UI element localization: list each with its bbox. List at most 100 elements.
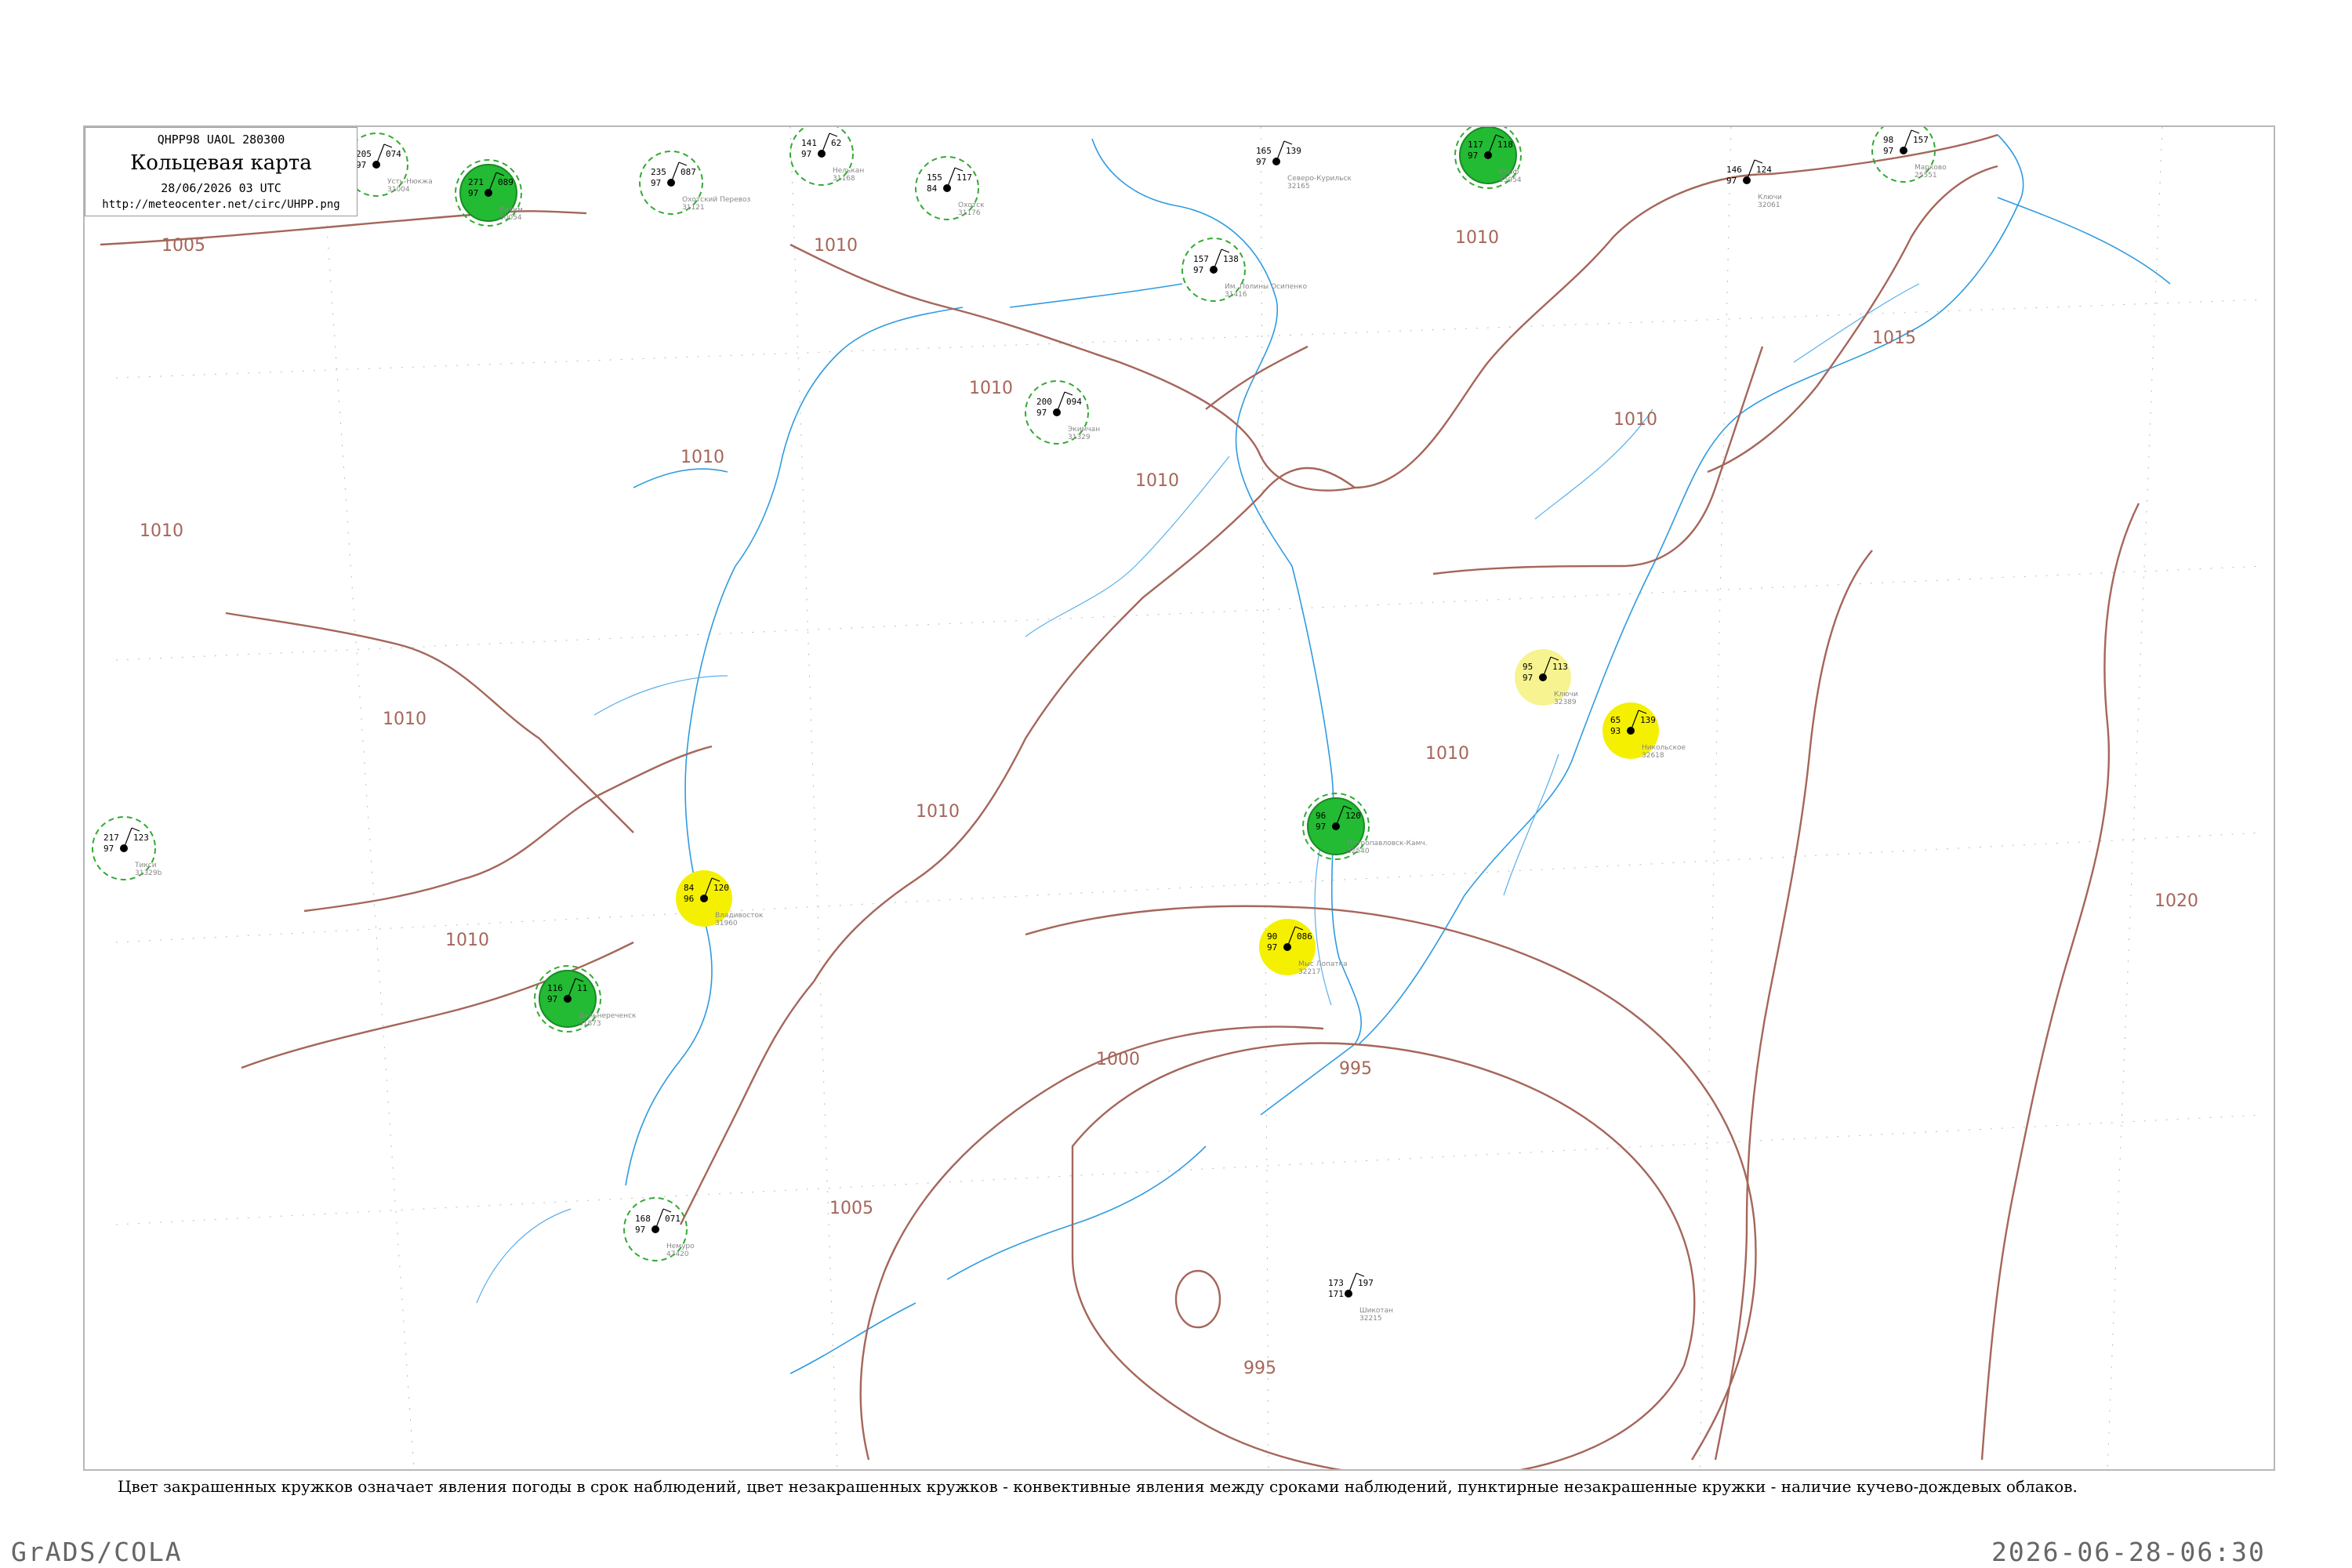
isobar-label: 1010 [916, 802, 960, 822]
station-plot[interactable]: 173171 197 Шикотан32215 [1328, 1272, 1393, 1323]
station-temperature: 171 [1328, 1289, 1344, 1299]
station-pressure: 155 [927, 172, 942, 183]
station-plot[interactable]: 20097 094 Экимчан31329 [1025, 380, 1100, 445]
station-plot[interactable]: 15797 138 Им. Полины Осипенко31416 [1181, 238, 1308, 302]
station-plot[interactable]: 6593 139 Никольское32618 [1602, 702, 1686, 760]
station-temperature: 97 [1193, 265, 1203, 275]
station-name: Усть-Нюкжа [387, 178, 433, 186]
wind-barb-feather [383, 143, 393, 148]
station-plot[interactable]: 14197 62 Нелькан31168 [789, 127, 864, 186]
station-tendency: 139 [1640, 715, 1656, 725]
station-plot[interactable]: 11797 118 Корф25954 [1454, 127, 1522, 189]
station-id: 32061 [1758, 201, 1780, 209]
wind-barb-icon [1348, 1272, 1357, 1294]
station-temperature: 97 [1883, 146, 1893, 156]
wind-barb-icon [376, 143, 385, 165]
station-plot[interactable]: 15584 117 Охотск31176 [915, 156, 985, 220]
chart-title: Кольцевая карта [130, 151, 312, 175]
station-pressure: 95 [1523, 662, 1533, 672]
station-pressure: 96 [1316, 811, 1326, 821]
station-name: Северо-Курильск [1287, 175, 1352, 183]
isobar-label: 1005 [162, 236, 205, 256]
station-tendency: 123 [133, 833, 149, 843]
station-id: 32389 [1554, 699, 1577, 706]
station-plot[interactable]: 27197 089 Витим30054 [455, 159, 523, 227]
rivers [476, 283, 1920, 1304]
chart-date: 28/06/2026 03 UTC [161, 181, 281, 195]
station-temperature: 97 [103, 844, 114, 854]
station-tendency: 124 [1756, 165, 1772, 175]
station-temperature: 97 [1316, 822, 1326, 832]
station-plot[interactable]: 16597 139 Северо-Курильск32165 [1256, 140, 1352, 191]
station-temperature: 96 [684, 894, 694, 904]
isobar-label: 1010 [1425, 744, 1469, 764]
wind-barb-feather [1911, 129, 1920, 134]
station-id: 32165 [1287, 183, 1310, 191]
station-temperature: 97 [801, 149, 811, 159]
station-plot[interactable]: 23597 087 Охотский Перевоз31121 [639, 151, 750, 215]
station-plot[interactable]: 16897 071 Немуро47420 [623, 1197, 695, 1261]
wind-barb-icon [123, 827, 132, 849]
wind-barb-feather [1754, 159, 1763, 164]
wind-barb-feather [1064, 391, 1073, 396]
station-name: Мыс Лопатка [1298, 960, 1348, 968]
station-temperature: 84 [927, 183, 938, 194]
station-pressure: 141 [801, 138, 817, 148]
station-temperature: 97 [1523, 673, 1533, 683]
station-name: Корф [1499, 169, 1519, 176]
station-id: 32540 [1347, 848, 1370, 855]
station-plot[interactable]: 9897 157 Марково25551 [1871, 127, 1947, 183]
station-tendency: 094 [1066, 397, 1082, 407]
station-name: Немуро [666, 1243, 695, 1250]
station-tendency: 11 [577, 983, 587, 993]
station-temperature: 97 [651, 178, 661, 188]
station-id: 31960 [715, 920, 738, 927]
wind-barb-feather [678, 162, 688, 166]
wind-barb-feather [1283, 140, 1293, 145]
map-canvas: 1005 1010 1010 1010 1010 1010 1010 1010 … [92, 127, 2265, 1469]
station-plot[interactable]: 9597 113 Ключи32389 [1515, 649, 1578, 706]
station-pressure: 168 [635, 1214, 651, 1224]
station-id: 25551 [1915, 172, 1937, 180]
station-pressure: 98 [1883, 135, 1893, 145]
station-tendency: 086 [1297, 931, 1312, 942]
station-plot[interactable]: 14697 124 Ключи32061 [1726, 159, 1782, 209]
footer-timestamp: 2026-06-28-06:30 [1991, 1537, 2266, 1567]
isobar-label: 1010 [681, 448, 724, 467]
station-pressure: 117 [1468, 140, 1483, 150]
station-tendency: 157 [1913, 135, 1929, 145]
wind-barb-icon [1056, 391, 1065, 413]
station-name: Владивосток [715, 912, 764, 920]
station-temperature: 97 [1468, 151, 1478, 161]
station-id: 31176 [958, 209, 981, 217]
station-plot[interactable]: 20597074Усть-Нюкжа31004 [344, 132, 433, 197]
isobars [100, 133, 2140, 1469]
bulletin-code: QHPP98 UAOL 280300 [157, 132, 285, 147]
station-temperature: 97 [635, 1225, 645, 1235]
station-temperature: 97 [1726, 176, 1737, 186]
station-plot[interactable]: 8496 120 Владивосток31960 [676, 870, 764, 927]
station-temperature: 97 [1267, 942, 1277, 953]
station-id: 47420 [666, 1250, 689, 1258]
station-id: 32215 [1359, 1315, 1382, 1323]
station-id: 25954 [1499, 176, 1522, 184]
station-pressure: 84 [684, 883, 695, 893]
station-id: 31329 [1068, 434, 1091, 441]
wind-barb-icon [1276, 140, 1285, 162]
station-tendency: 071 [665, 1214, 681, 1224]
station-name: Им. Полины Осипенко [1225, 283, 1308, 291]
isobar-label: 1010 [383, 710, 426, 729]
station-temperature: 97 [468, 188, 478, 198]
station-temperature: 97 [1036, 408, 1047, 418]
chart-url[interactable]: http://meteocenter.net/circ/UHPP.png [85, 198, 357, 211]
isobar-label: 1010 [969, 379, 1013, 398]
station-tendency: 117 [956, 172, 972, 183]
wind-barb-icon [1213, 249, 1222, 270]
station-plot[interactable]: 11697 11 Дальнереченск31873 [534, 965, 637, 1033]
station-name: Никольское [1642, 744, 1686, 752]
station-plot[interactable]: 21797 123 Тикси31329b [92, 816, 162, 880]
wind-barb-feather [1221, 249, 1230, 253]
isobar-label: 1010 [1613, 410, 1657, 430]
station-tendency: 089 [498, 177, 514, 187]
station-plot[interactable]: 9697 120 Петропавловск-Камч.32540 [1302, 793, 1428, 860]
